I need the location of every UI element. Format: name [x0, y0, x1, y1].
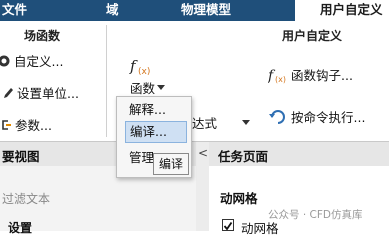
dynamic-mesh-checkbox[interactable] [222, 219, 234, 231]
task-page-title: 任务页面 [218, 149, 269, 164]
chevron-left-icon[interactable]: < [198, 146, 208, 160]
gear-icon [0, 54, 11, 71]
section-title-dynamic-mesh: 动网格 [220, 191, 258, 206]
group-title-user-defined: 用户自定义 [282, 29, 343, 43]
filter-input[interactable]: 过滤文本 [2, 190, 50, 207]
tooltip: 编译 [153, 153, 189, 175]
chevron-down-icon[interactable] [242, 120, 250, 125]
model-view-title: 要视图 [2, 149, 40, 164]
define-label: 自定义... [14, 54, 64, 69]
set-units-button[interactable]: 设置单位... [2, 83, 79, 103]
function-hooks-label: 函数钩子... [291, 68, 353, 83]
params-label: 参数... [15, 118, 52, 133]
tree-item-settings[interactable]: 设置 [8, 219, 32, 236]
set-units-label: 设置单位... [17, 86, 79, 101]
svg-text:f: f [129, 57, 138, 75]
define-button[interactable]: 自定义... [0, 51, 63, 71]
params-icon [0, 118, 12, 135]
execute-icon [268, 108, 288, 129]
tab-user-defined[interactable]: 用户自定义 [295, 0, 389, 21]
function-hooks-button[interactable]: f (x) 函数钩子... [267, 65, 353, 87]
function-hook-icon: f (x) [267, 66, 288, 87]
pencil-icon [2, 86, 14, 103]
ribbon: 场函数 用户自定义 自定义... 设置单位... 参数... f (x) 函数 … [0, 21, 389, 142]
function-icon[interactable]: f (x) [129, 55, 151, 80]
menu-item-compile[interactable]: 编译... [125, 121, 187, 143]
menu-item-interpret[interactable]: 解释... [125, 99, 187, 121]
ribbon-tab-bar: 文件 域 物理模型 用户自定义 [0, 0, 389, 21]
svg-text:(x): (x) [275, 75, 286, 84]
functions-label[interactable]: 函数 [130, 78, 155, 97]
tab-physics[interactable]: 物理模型 [181, 0, 231, 21]
ribbon-separator [106, 25, 107, 137]
svg-text:(x): (x) [138, 67, 150, 77]
params-button[interactable]: 参数... [0, 115, 52, 135]
execute-on-demand-button[interactable]: 按命令执行... [268, 107, 365, 129]
tab-file[interactable]: 文件 [2, 0, 27, 21]
group-title-field-functions: 场函数 [24, 29, 61, 43]
watermark: 公众号 · CFD仿真库 [268, 209, 363, 221]
execute-on-demand-label: 按命令执行... [291, 110, 366, 125]
chevron-down-icon[interactable] [157, 85, 165, 90]
checkmark-icon [223, 221, 233, 231]
tab-domain[interactable]: 域 [106, 0, 119, 21]
